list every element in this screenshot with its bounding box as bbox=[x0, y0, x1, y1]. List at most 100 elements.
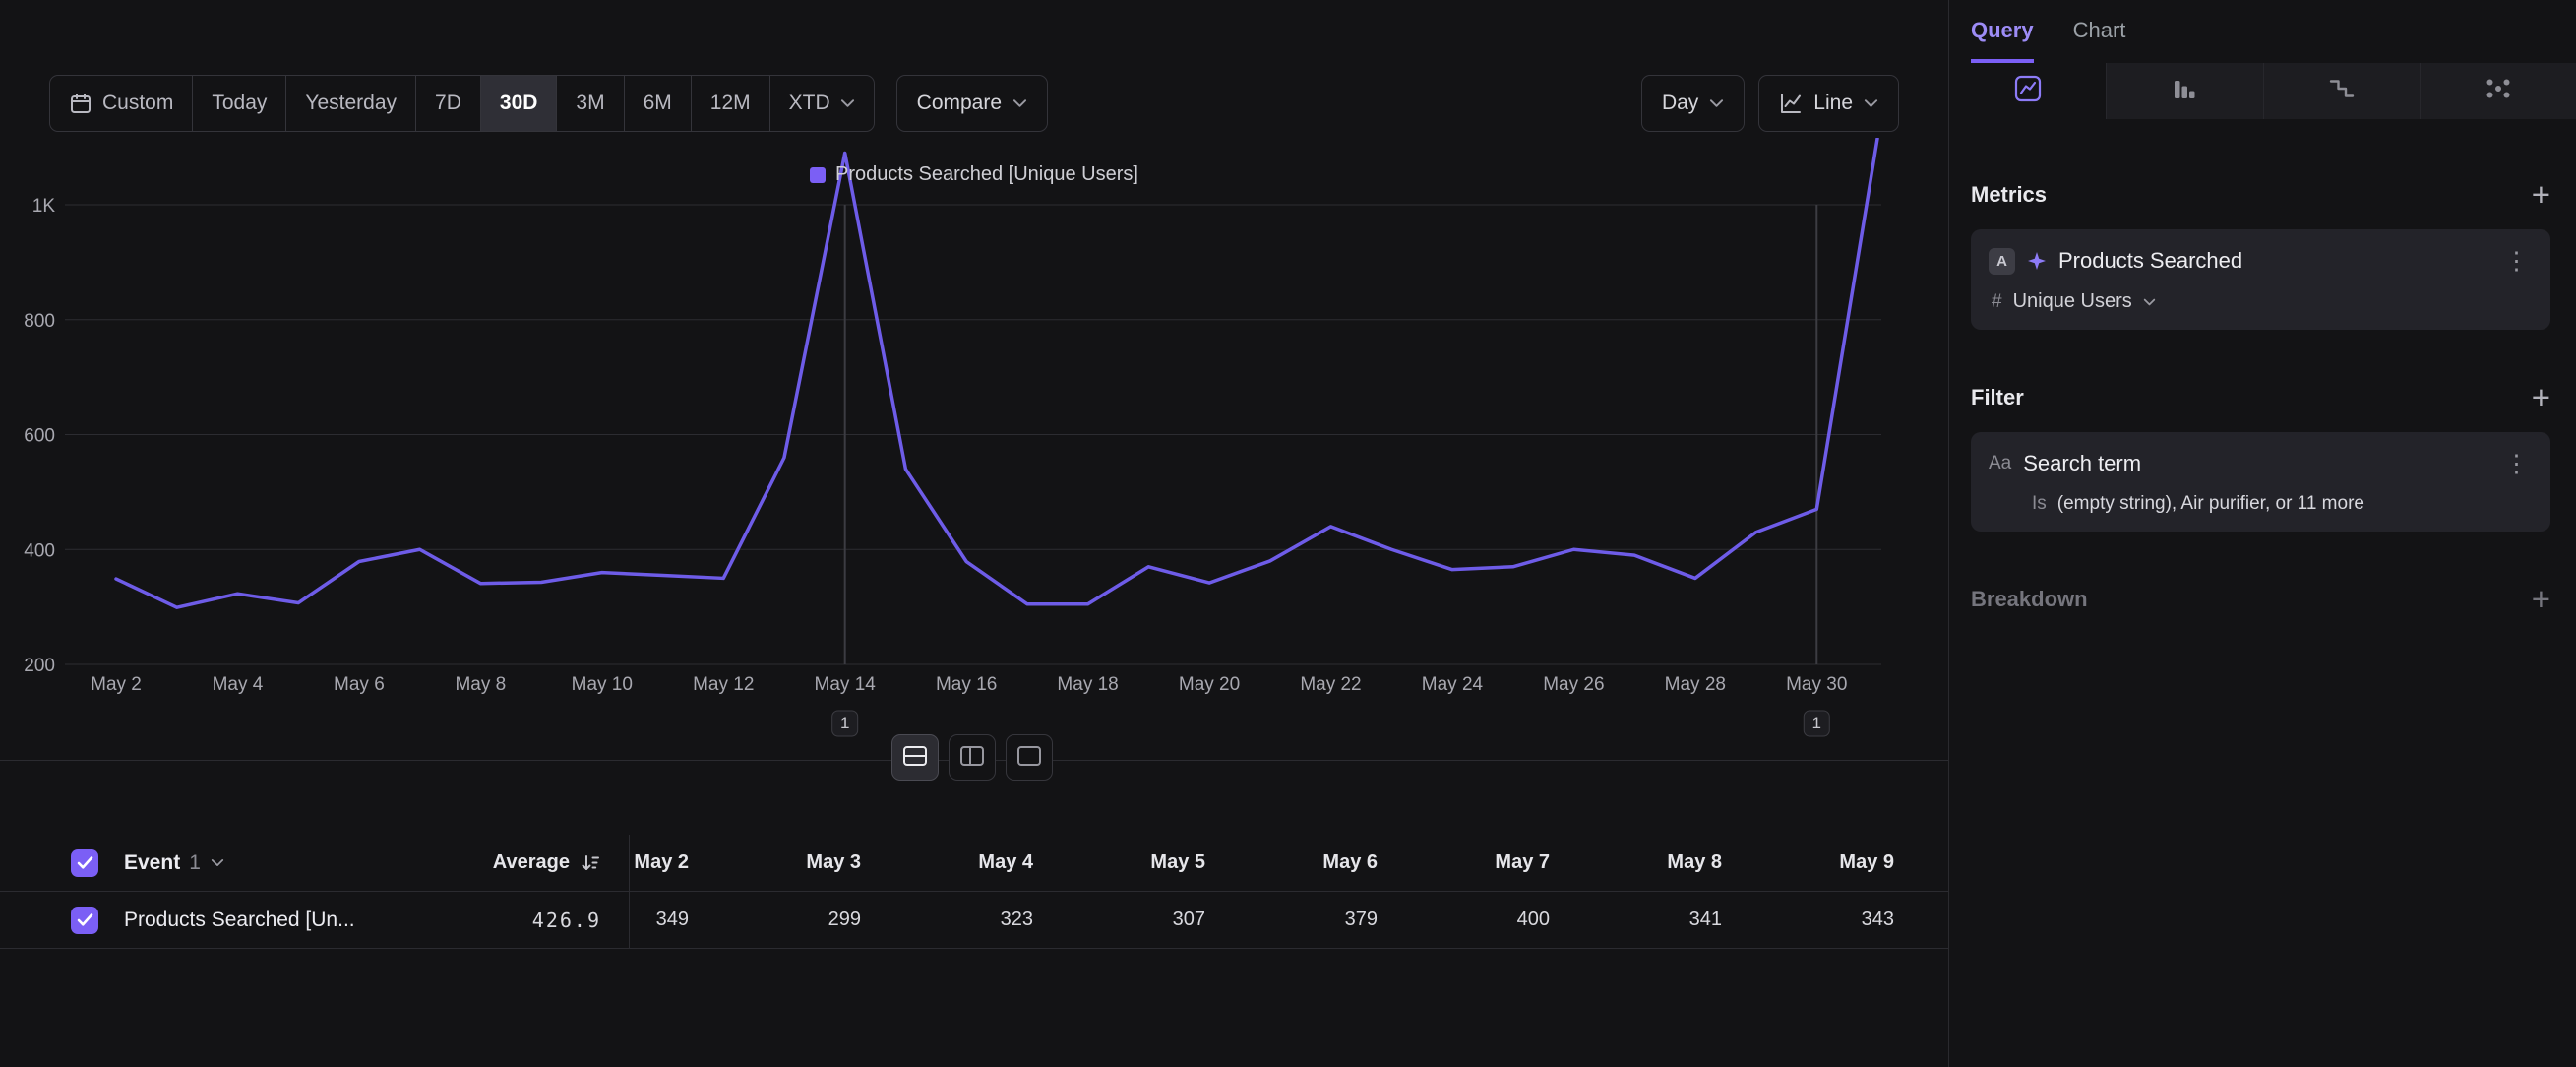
toolbar: Custom Today Yesterday 7D 30D 3M 6M 12M … bbox=[49, 75, 1899, 132]
column-header: May 9 bbox=[1722, 851, 1894, 874]
report-type-tabs bbox=[1949, 63, 2576, 119]
svg-text:1: 1 bbox=[1812, 714, 1821, 732]
split-vertical-icon bbox=[959, 745, 985, 770]
layout-full-button[interactable] bbox=[1006, 734, 1053, 781]
svg-text:May 26: May 26 bbox=[1543, 674, 1604, 695]
legend-label: Products Searched [Unique Users] bbox=[835, 163, 1138, 186]
metrics-heading-row: Metrics + bbox=[1971, 182, 2550, 208]
select-all-checkbox[interactable] bbox=[71, 849, 98, 877]
svg-text:May 16: May 16 bbox=[936, 674, 997, 695]
chevron-down-icon[interactable] bbox=[211, 858, 224, 867]
column-header: May 5 bbox=[1033, 851, 1205, 874]
date-range-yesterday[interactable]: Yesterday bbox=[285, 76, 415, 131]
chevron-down-icon bbox=[1864, 98, 1878, 108]
date-range-custom[interactable]: Custom bbox=[50, 76, 192, 131]
svg-text:May 30: May 30 bbox=[1786, 674, 1847, 695]
chevron-down-icon[interactable] bbox=[2143, 298, 2156, 306]
metric-card[interactable]: A Products Searched ⋮ # Unique Users bbox=[1971, 229, 2550, 330]
filter-operator[interactable]: Is bbox=[2032, 493, 2047, 515]
svg-text:May 8: May 8 bbox=[455, 674, 506, 695]
line-chart-icon bbox=[1779, 92, 1803, 115]
metric-name[interactable]: Products Searched bbox=[2058, 248, 2488, 274]
svg-text:400: 400 bbox=[24, 540, 55, 561]
full-view-icon bbox=[1016, 745, 1042, 770]
metric-menu-button[interactable]: ⋮ bbox=[2500, 246, 2533, 276]
date-range-xtd[interactable]: XTD bbox=[769, 76, 874, 131]
filter-menu-button[interactable]: ⋮ bbox=[2500, 449, 2533, 478]
breakdown-heading: Breakdown bbox=[1971, 587, 2088, 612]
svg-text:May 22: May 22 bbox=[1300, 674, 1361, 695]
query-panel: Query Chart Metrics + bbox=[1948, 0, 2576, 1067]
value-cell: 299 bbox=[689, 909, 861, 931]
date-range-30d[interactable]: 30D bbox=[480, 76, 557, 131]
column-header: May 8 bbox=[1550, 851, 1722, 874]
svg-text:1: 1 bbox=[840, 714, 849, 732]
average-value-cell: 426.9 bbox=[433, 892, 630, 948]
add-metric-button[interactable]: + bbox=[2532, 185, 2550, 205]
value-cell: 307 bbox=[1033, 909, 1205, 931]
svg-text:May 18: May 18 bbox=[1057, 674, 1118, 695]
svg-text:800: 800 bbox=[24, 311, 55, 332]
filter-heading-row: Filter + bbox=[1971, 385, 2550, 410]
date-range-3m[interactable]: 3M bbox=[556, 76, 623, 131]
funnel-bars-icon bbox=[2170, 74, 2199, 108]
calendar-icon bbox=[69, 92, 92, 115]
date-range-7d[interactable]: 7D bbox=[415, 76, 480, 131]
column-header: May 7 bbox=[1378, 851, 1550, 874]
event-name-cell: Products Searched [Un... bbox=[0, 892, 433, 948]
value-cell: 400 bbox=[1378, 909, 1550, 931]
average-header-cell[interactable]: Average bbox=[433, 835, 630, 891]
svg-text:May 10: May 10 bbox=[572, 674, 633, 695]
svg-text:May 28: May 28 bbox=[1665, 674, 1726, 695]
layout-split-horizontal-button[interactable] bbox=[891, 734, 939, 781]
svg-text:May 14: May 14 bbox=[815, 674, 877, 695]
svg-text:May 2: May 2 bbox=[91, 674, 142, 695]
event-name[interactable]: Products Searched [Un... bbox=[124, 909, 355, 932]
tab-chart[interactable]: Chart bbox=[2073, 0, 2126, 63]
svg-text:1K: 1K bbox=[32, 196, 56, 217]
report-retention-tab[interactable] bbox=[2263, 63, 2420, 119]
filter-value[interactable]: (empty string), Air purifier, or 11 more bbox=[2057, 493, 2364, 515]
chevron-down-icon bbox=[1012, 98, 1027, 108]
chevron-down-icon bbox=[840, 98, 855, 108]
row-checkbox[interactable] bbox=[71, 907, 98, 934]
value-cell: 349 bbox=[630, 909, 689, 931]
report-main: Custom Today Yesterday 7D 30D 3M 6M 12M … bbox=[0, 0, 1948, 1067]
chart-type-button[interactable]: Line bbox=[1758, 75, 1899, 132]
filter-property-name[interactable]: Search term bbox=[2023, 451, 2488, 476]
date-range-6m[interactable]: 6M bbox=[624, 76, 691, 131]
column-header: May 3 bbox=[689, 851, 861, 874]
events-table: Event 1 Average May 2 May 3 May 4 May 5 … bbox=[0, 835, 1948, 949]
tab-query[interactable]: Query bbox=[1971, 0, 2034, 63]
svg-text:May 4: May 4 bbox=[213, 674, 264, 695]
svg-text:May 20: May 20 bbox=[1179, 674, 1240, 695]
column-header: May 6 bbox=[1205, 851, 1378, 874]
line-chart[interactable]: 1K80060040020011May 2May 4May 6May 8May … bbox=[0, 138, 1948, 758]
chart-legend[interactable]: Products Searched [Unique Users] bbox=[0, 163, 1948, 186]
svg-text:May 24: May 24 bbox=[1422, 674, 1484, 695]
sort-icon[interactable] bbox=[580, 852, 601, 874]
measure-selector[interactable]: Unique Users bbox=[2013, 290, 2132, 313]
filter-heading: Filter bbox=[1971, 385, 2024, 410]
report-flows-tab[interactable] bbox=[2420, 63, 2576, 119]
split-horizontal-icon bbox=[902, 745, 928, 770]
metrics-heading: Metrics bbox=[1971, 182, 2047, 208]
filter-card[interactable]: Aa Search term ⋮ Is (empty string), Air … bbox=[1971, 432, 2550, 532]
compare-button[interactable]: Compare bbox=[896, 75, 1048, 132]
add-filter-button[interactable]: + bbox=[2532, 388, 2550, 408]
report-insights-tab[interactable] bbox=[1949, 63, 2106, 119]
panel-tabs: Query Chart bbox=[1949, 0, 2576, 63]
date-range-today[interactable]: Today bbox=[192, 76, 285, 131]
date-range-12m[interactable]: 12M bbox=[691, 76, 769, 131]
date-range-label: Custom bbox=[102, 92, 173, 115]
add-breakdown-button[interactable]: + bbox=[2532, 590, 2550, 609]
report-funnels-tab[interactable] bbox=[2106, 63, 2262, 119]
average-value: 426.9 bbox=[532, 909, 601, 932]
metric-letter-badge: A bbox=[1989, 248, 2015, 275]
value-cell: 379 bbox=[1205, 909, 1378, 931]
layout-split-vertical-button[interactable] bbox=[949, 734, 996, 781]
granularity-button[interactable]: Day bbox=[1641, 75, 1745, 132]
chevron-down-icon bbox=[1709, 98, 1724, 108]
flows-dots-icon bbox=[2484, 74, 2513, 108]
event-header-cell: Event 1 bbox=[0, 835, 433, 891]
